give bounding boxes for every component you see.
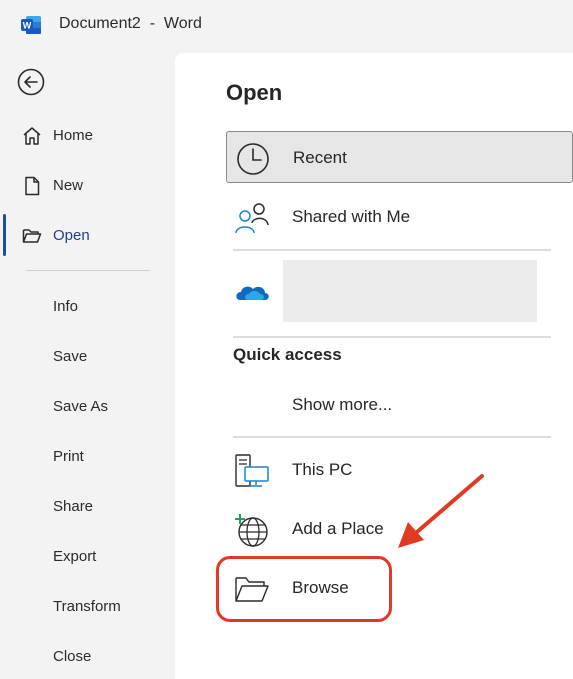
location-shared-with-me[interactable]: Shared with Me [226, 191, 573, 243]
window-title: Document2 - Word [59, 15, 202, 32]
location-label: Recent [293, 148, 347, 167]
title-bar: W Document2 - Word [0, 0, 573, 52]
quick-access-heading: Quick access [233, 345, 342, 364]
nav-item-label: Home [53, 127, 94, 144]
sidebar-item-transform[interactable]: Transform [53, 598, 121, 615]
svg-text:W: W [23, 21, 32, 31]
location-label: This PC [292, 460, 353, 479]
annotation-arrow-icon [398, 474, 484, 548]
onedrive-cloud-icon [236, 286, 269, 300]
back-arrow-icon[interactable] [17, 68, 45, 96]
page-title: Open [226, 80, 283, 105]
section-divider [233, 336, 551, 338]
sidebar-item-save-as[interactable]: Save As [53, 398, 108, 415]
open-folder-icon [22, 229, 42, 243]
location-label: Shared with Me [292, 207, 411, 226]
sidebar-item-close[interactable]: Close [53, 648, 91, 665]
word-logo-icon: W [21, 16, 41, 34]
nav-item-new[interactable]: New [0, 166, 174, 206]
onedrive-account-redacted [283, 260, 537, 322]
home-icon [23, 127, 41, 145]
nav-item-label: Open [53, 227, 90, 244]
sidebar-divider [26, 270, 150, 271]
location-label: Add a Place [292, 519, 384, 538]
people-icon [235, 203, 269, 234]
sidebar-item-print[interactable]: Print [53, 448, 84, 465]
sidebar-item-export[interactable]: Export [53, 548, 96, 565]
this-pc-icon [235, 454, 269, 487]
show-more-link[interactable]: Show more... [292, 395, 392, 415]
browse-highlight-annotation [216, 556, 392, 622]
location-recent[interactable]: Recent [226, 131, 573, 183]
nav-item-home[interactable]: Home [0, 116, 174, 156]
new-document-icon [25, 176, 40, 196]
nav-item-label: New [53, 177, 84, 194]
nav-item-open[interactable]: Open [0, 216, 174, 256]
add-place-globe-icon [235, 514, 268, 547]
section-divider [233, 436, 551, 438]
section-divider [233, 249, 551, 251]
sidebar-item-save[interactable]: Save [53, 348, 87, 365]
clock-icon [237, 143, 269, 175]
sidebar-item-share[interactable]: Share [53, 498, 93, 515]
sidebar-item-info[interactable]: Info [53, 298, 78, 315]
